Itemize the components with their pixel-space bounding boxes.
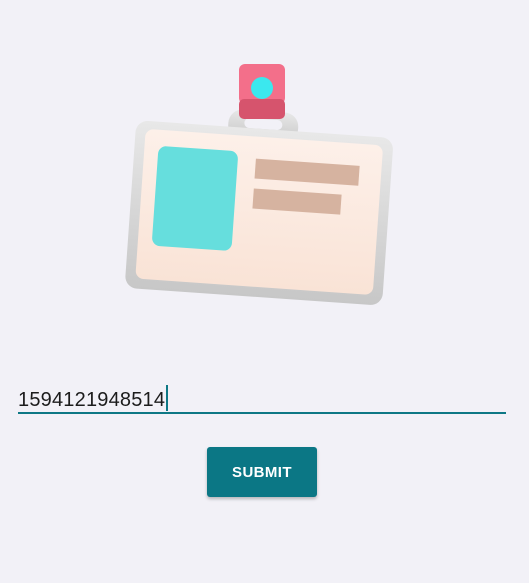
- submit-button[interactable]: SUBMIT: [207, 447, 317, 497]
- id-number-input[interactable]: [18, 376, 506, 414]
- badge-clip-base: [239, 99, 285, 119]
- id-badge-icon: [125, 64, 393, 305]
- id-input-field[interactable]: 1594121948514: [18, 376, 506, 416]
- screen: 1594121948514 SUBMIT: [0, 0, 529, 583]
- id-badge-illustration: [110, 55, 410, 315]
- badge-clip-dot: [251, 77, 273, 99]
- badge-photo: [152, 146, 238, 251]
- input-underline: [18, 412, 506, 414]
